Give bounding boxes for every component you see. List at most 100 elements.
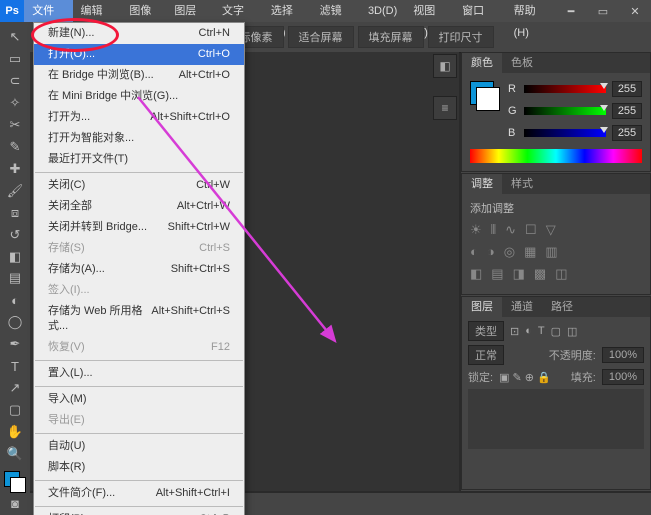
adj-invert-icon[interactable]: ◧	[470, 266, 482, 282]
shape-tool-icon[interactable]: ▢	[3, 399, 27, 421]
menu-item[interactable]: 视图(V)	[405, 0, 454, 22]
marquee-tool-icon[interactable]: ▭	[3, 48, 27, 70]
adj-select-icon[interactable]: ◫	[555, 266, 567, 282]
r-value[interactable]: 255	[612, 81, 642, 97]
eyedropper-tool-icon[interactable]: ✎	[3, 136, 27, 158]
adj-lookup-icon[interactable]: ▥	[545, 244, 557, 260]
blur-tool-icon[interactable]: ◐	[3, 289, 27, 311]
menu-item[interactable]: 3D(D)	[360, 0, 405, 22]
quickmask-icon[interactable]: ◙	[3, 493, 27, 515]
b-value[interactable]: 255	[612, 125, 642, 141]
adj-levels-icon[interactable]: ⫴	[491, 222, 496, 238]
brush-tool-icon[interactable]: 🖌	[3, 180, 27, 202]
gradient-tool-icon[interactable]: ▤	[3, 267, 27, 289]
layer-filter-kind[interactable]: 类型	[468, 321, 504, 341]
maximize-icon[interactable]: ▭	[587, 0, 619, 22]
menu-command[interactable]: 打开(O)...Ctrl+O	[34, 44, 244, 65]
tools-panel: ↖ ▭ ⊂ ✧ ✂ ✎ ✚ 🖌 ⧈ ↺ ◧ ▤ ◐ ◯ ✒ T ↗ ▢ ✋ 🔍 …	[0, 22, 30, 515]
menu-command[interactable]: 最近打开文件(T)	[34, 149, 244, 170]
menu-item[interactable]: 选择(S)	[263, 0, 312, 22]
tab-channels[interactable]: 通道	[502, 297, 542, 317]
fill-value[interactable]: 100%	[602, 369, 644, 385]
b-slider[interactable]	[524, 129, 606, 137]
adj-vibrance-icon[interactable]: ▽	[546, 222, 556, 238]
adj-hue-icon[interactable]: ◐	[470, 244, 478, 260]
menu-item[interactable]: 文字(Y)	[214, 0, 263, 22]
stamp-tool-icon[interactable]: ⧈	[3, 202, 27, 224]
menu-item[interactable]: 编辑(E)	[73, 0, 122, 22]
menu-command[interactable]: 关闭并转到 Bridge...Shift+Ctrl+W	[34, 217, 244, 238]
adj-bw-icon[interactable]: ◑	[487, 244, 495, 260]
adj-map-icon[interactable]: ▩	[534, 266, 546, 282]
opacity-value[interactable]: 100%	[602, 347, 644, 363]
zoom-tool-icon[interactable]: 🔍	[3, 443, 27, 465]
menu-command[interactable]: 自动(U)	[34, 436, 244, 457]
path-tool-icon[interactable]: ↗	[3, 377, 27, 399]
r-slider[interactable]	[524, 85, 606, 93]
option-button[interactable]: 打印尺寸	[428, 26, 494, 48]
menu-command[interactable]: 脚本(R)	[34, 457, 244, 478]
type-tool-icon[interactable]: T	[3, 355, 27, 377]
hand-tool-icon[interactable]: ✋	[3, 421, 27, 443]
blend-mode-select[interactable]: 正常	[468, 345, 504, 365]
menu-command[interactable]: 存储为 Web 所用格式...Alt+Shift+Ctrl+S	[34, 301, 244, 337]
move-tool-icon[interactable]: ↖	[3, 26, 27, 48]
menu-command[interactable]: 关闭(C)Ctrl+W	[34, 175, 244, 196]
lock-label: 锁定:	[468, 369, 493, 385]
pen-tool-icon[interactable]: ✒	[3, 333, 27, 355]
menu-command[interactable]: 打开为...Alt+Shift+Ctrl+O	[34, 107, 244, 128]
menu-command[interactable]: 打印(P)...Ctrl+P	[34, 509, 244, 515]
option-button[interactable]: 填充屏幕	[358, 26, 424, 48]
menu-item[interactable]: 图层(L)	[166, 0, 214, 22]
wand-tool-icon[interactable]: ✧	[3, 92, 27, 114]
menu-command[interactable]: 导入(M)	[34, 389, 244, 410]
menu-command[interactable]: 关闭全部Alt+Ctrl+W	[34, 196, 244, 217]
adj-poster-icon[interactable]: ▤	[491, 266, 503, 282]
g-slider[interactable]	[524, 107, 606, 115]
menu-command: 签入(I)...	[34, 280, 244, 301]
history-brush-icon[interactable]: ↺	[3, 224, 27, 246]
menu-item[interactable]: 图像(I)	[121, 0, 166, 22]
tab-color[interactable]: 颜色	[462, 53, 502, 73]
color-swatch[interactable]	[470, 81, 500, 111]
adj-mixer-icon[interactable]: ▦	[524, 244, 536, 260]
menu-command[interactable]: 置入(L)...	[34, 363, 244, 384]
adj-exposure-icon[interactable]: ☐	[525, 222, 537, 238]
fill-label: 填充:	[571, 369, 596, 385]
menu-item[interactable]: 文件(F)	[24, 0, 72, 22]
menu-command[interactable]: 打开为智能对象...	[34, 128, 244, 149]
foreground-background-swatch[interactable]	[4, 471, 26, 493]
menu-command[interactable]: 在 Mini Bridge 中浏览(G)...	[34, 86, 244, 107]
g-value[interactable]: 255	[612, 103, 642, 119]
menu-item[interactable]: 帮助(H)	[506, 0, 555, 22]
adj-brightness-icon[interactable]: ☀	[470, 222, 482, 238]
close-icon[interactable]: ✕	[619, 0, 651, 22]
menu-item[interactable]: 滤镜(T)	[312, 0, 360, 22]
menu-command[interactable]: 文件简介(F)...Alt+Shift+Ctrl+I	[34, 483, 244, 504]
tab-paths[interactable]: 路径	[542, 297, 582, 317]
menu-command[interactable]: 新建(N)...Ctrl+N	[34, 23, 244, 44]
adj-threshold-icon[interactable]: ◨	[513, 266, 525, 282]
adjustments-panel: 调整样式 添加调整 ☀⫴∿☐▽ ◐◑◎▦▥ ◧▤◨▩◫	[461, 173, 651, 295]
tab-styles[interactable]: 样式	[502, 174, 542, 194]
menu-command[interactable]: 存储为(A)...Shift+Ctrl+S	[34, 259, 244, 280]
tab-adjustments[interactable]: 调整	[462, 174, 502, 194]
eraser-tool-icon[interactable]: ◧	[3, 246, 27, 268]
crop-tool-icon[interactable]: ✂	[3, 114, 27, 136]
heal-tool-icon[interactable]: ✚	[3, 158, 27, 180]
lasso-tool-icon[interactable]: ⊂	[3, 70, 27, 92]
color-spectrum[interactable]	[470, 149, 642, 163]
option-button[interactable]: 适合屏幕	[288, 26, 354, 48]
dodge-tool-icon[interactable]: ◯	[3, 311, 27, 333]
adj-curves-icon[interactable]: ∿	[505, 222, 516, 238]
properties-panel-icon[interactable]: ≡	[433, 96, 457, 120]
tab-layers[interactable]: 图层	[462, 297, 502, 317]
menu-item[interactable]: 窗口(W)	[454, 0, 506, 22]
tab-swatches[interactable]: 色板	[502, 53, 542, 73]
color-panel: 颜色色板 R255 G255 B255	[461, 52, 651, 172]
adj-photo-icon[interactable]: ◎	[504, 244, 515, 260]
menu-command[interactable]: 在 Bridge 中浏览(B)...Alt+Ctrl+O	[34, 65, 244, 86]
minimize-icon[interactable]: ━	[555, 0, 587, 22]
b-label: B	[508, 127, 518, 139]
history-panel-icon[interactable]: ◧	[433, 54, 457, 78]
